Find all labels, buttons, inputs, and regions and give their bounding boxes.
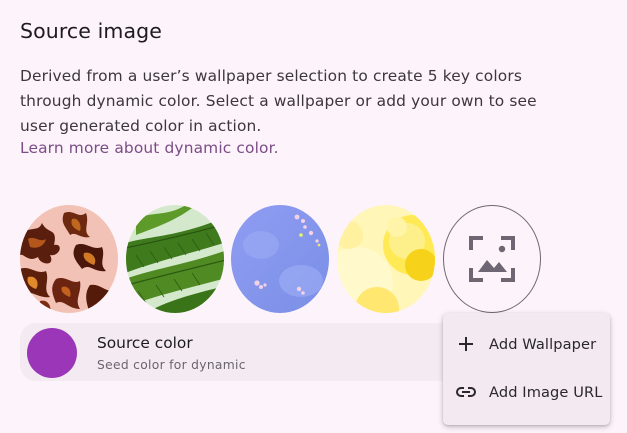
source-color-label: Source color [97, 334, 193, 352]
menu-item-label: Add Wallpaper [489, 335, 597, 353]
add-custom-wallpaper-button[interactable] [443, 205, 541, 313]
description-line-3: user generated color in action. [20, 117, 262, 135]
wallpaper-yellow-bubbles-image [337, 205, 435, 313]
menu-item-add-image-url[interactable]: Add Image URL [443, 368, 610, 416]
wallpaper-green-fern-image [126, 205, 224, 313]
menu-item-add-wallpaper[interactable]: Add Wallpaper [443, 320, 610, 368]
add-image-menu: Add Wallpaper Add Image URL [443, 313, 610, 425]
add-photo-icon [469, 236, 515, 282]
section-description: Derived from a user’s wallpaper selectio… [20, 64, 580, 139]
menu-item-label: Add Image URL [489, 383, 603, 401]
source-color-sublabel: Seed color for dynamic [97, 358, 246, 372]
description-line-2: through dynamic color. Select a wallpape… [20, 92, 537, 110]
wallpaper-autumn-leaves-image [20, 205, 118, 313]
plus-icon [454, 332, 478, 356]
wallpaper-blue-petals-image [231, 205, 329, 313]
description-line-1: Derived from a user’s wallpaper selectio… [20, 67, 522, 85]
wallpaper-yellow-bubbles[interactable] [337, 205, 435, 313]
wallpaper-blue-petals[interactable] [231, 205, 329, 313]
wallpaper-autumn-leaves[interactable] [20, 205, 118, 313]
section-title: Source image [20, 19, 162, 43]
source-color-swatch [27, 328, 77, 378]
learn-more-link[interactable]: Learn more about dynamic color. [20, 139, 279, 157]
link-icon [454, 380, 478, 404]
source-color-row[interactable]: Source color Seed color for dynamic [20, 323, 480, 381]
wallpaper-green-fern[interactable] [126, 205, 224, 313]
